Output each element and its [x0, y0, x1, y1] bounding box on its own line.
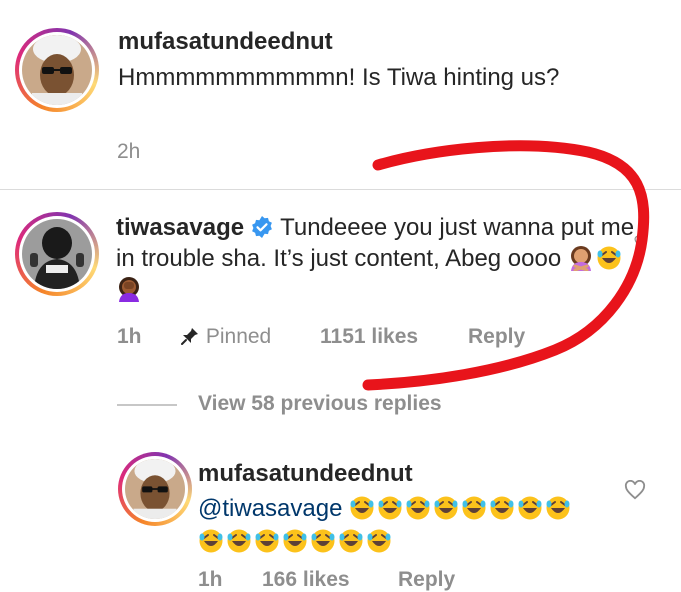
rolling-on-floor-laughing-emoji — [255, 529, 279, 553]
like-heart-icon[interactable] — [624, 480, 646, 500]
pin-icon — [181, 328, 198, 345]
rolling-on-floor-laughing-emoji — [199, 529, 223, 553]
profile-photo — [22, 219, 92, 289]
reply-likes[interactable]: 166 likes — [262, 568, 350, 592]
avatar-mufasatundeednut[interactable] — [15, 28, 99, 112]
profile-photo — [22, 35, 92, 105]
rolling-on-floor-laughing-emoji — [518, 496, 542, 520]
avatar-tiwasavage[interactable] — [15, 212, 99, 296]
verified-badge-icon — [252, 216, 272, 238]
reply-button[interactable]: Reply — [468, 325, 525, 349]
pinned-indicator: Pinned — [180, 325, 271, 349]
comment-divider — [0, 189, 681, 190]
rolling-on-floor-laughing-emoji — [597, 246, 621, 270]
pinned-label: Pinned — [205, 325, 272, 348]
like-heart-icon[interactable] — [634, 232, 648, 252]
avatar-mufasatundeednut[interactable] — [118, 452, 192, 526]
woman-facepalming-emoji — [119, 277, 139, 302]
view-previous-replies-button[interactable]: View 58 previous replies — [198, 392, 442, 416]
comment-time: 2h — [117, 140, 141, 163]
rolling-on-floor-laughing-emoji — [434, 496, 458, 520]
comment-username[interactable]: tiwasavage — [116, 214, 244, 241]
rolling-on-floor-laughing-emoji — [462, 496, 486, 520]
woman-gesturing-no-emoji — [570, 246, 591, 271]
comment-time: 1h — [117, 325, 142, 348]
rolling-on-floor-laughing-emoji — [546, 496, 570, 520]
reply-username[interactable]: mufasatundeednut — [198, 460, 413, 488]
rolling-on-floor-laughing-emoji — [406, 496, 430, 520]
comment-text: Hmmmmmmmmmmn! Is Tiwa hinting us? — [118, 64, 560, 91]
rolling-on-floor-laughing-emoji — [378, 496, 402, 520]
replies-line — [117, 404, 177, 406]
rolling-on-floor-laughing-emoji — [367, 529, 391, 553]
comment-body: tiwasavage Tundeeee you just wanna put me… — [116, 212, 636, 305]
rolling-on-floor-laughing-emoji — [350, 496, 374, 520]
reply-mention[interactable]: @tiwasavage — [198, 495, 342, 522]
rolling-on-floor-laughing-emoji — [490, 496, 514, 520]
profile-photo — [125, 459, 185, 519]
reply-text: @tiwasavage — [198, 492, 588, 558]
rolling-on-floor-laughing-emoji — [339, 529, 363, 553]
rolling-on-floor-laughing-emoji — [311, 529, 335, 553]
comment-username[interactable]: mufasatundeednut — [118, 28, 333, 56]
reply-button[interactable]: Reply — [398, 568, 455, 592]
comment-likes[interactable]: 1151 likes — [320, 325, 418, 349]
rolling-on-floor-laughing-emoji — [227, 529, 251, 553]
rolling-on-floor-laughing-emoji — [283, 529, 307, 553]
reply-time: 1h — [198, 568, 223, 591]
